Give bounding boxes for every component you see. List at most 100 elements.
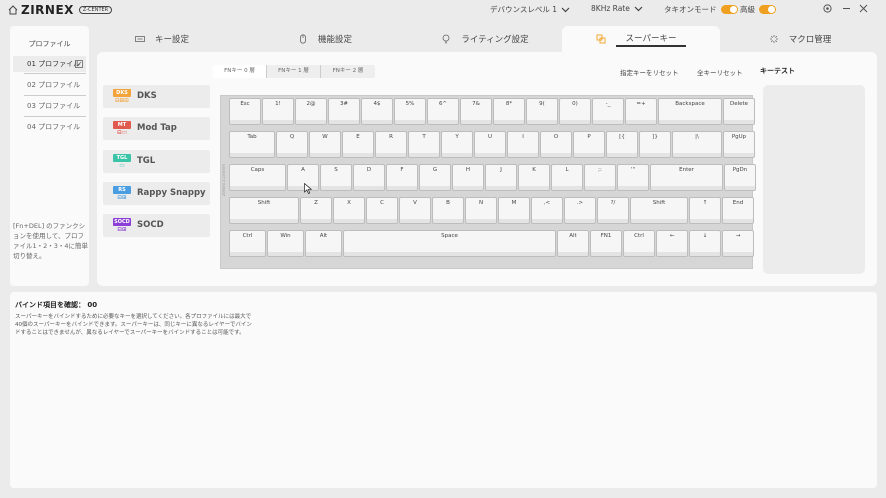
key-1-8[interactable]: I xyxy=(507,131,539,158)
super-key-dks[interactable]: DKS ⊟⊞⊡ DKS xyxy=(103,85,210,108)
key-1-3[interactable]: E xyxy=(342,131,374,158)
key-1-10[interactable]: P xyxy=(573,131,605,158)
key-0-5[interactable]: 5% xyxy=(394,98,426,125)
key-2-0[interactable]: Caps xyxy=(229,164,286,191)
key-4-3[interactable]: Space xyxy=(343,230,556,257)
super-key-tgl[interactable]: TGL ▭ TGL xyxy=(103,150,210,173)
key-1-4[interactable]: R xyxy=(375,131,407,158)
key-label: L xyxy=(565,167,569,173)
tab-function-settings[interactable]: 機能設定 xyxy=(260,26,390,52)
key-1-2[interactable]: W xyxy=(309,131,341,158)
profile-item-03[interactable]: 03 プロファイル xyxy=(13,98,86,114)
key-4-7[interactable]: ← xyxy=(656,230,688,257)
key-2-5[interactable]: G xyxy=(419,164,451,191)
key-2-4[interactable]: F xyxy=(386,164,418,191)
key-0-4[interactable]: 4$ xyxy=(361,98,393,125)
key-2-7[interactable]: J xyxy=(485,164,517,191)
key-0-2[interactable]: 2@ xyxy=(295,98,327,125)
key-3-9[interactable]: .> xyxy=(564,197,596,224)
key-2-8[interactable]: K xyxy=(518,164,550,191)
key-0-8[interactable]: 8* xyxy=(493,98,525,125)
key-0-7[interactable]: 7& xyxy=(460,98,492,125)
key-0-11[interactable]: -_ xyxy=(592,98,624,125)
key-4-5[interactable]: FN1 xyxy=(590,230,622,257)
reset-all-keys-button[interactable]: 全キーリセット xyxy=(697,67,743,77)
super-key-socd[interactable]: SOCD ⊟⊞ SOCD xyxy=(103,214,210,237)
key-3-13[interactable]: End xyxy=(722,197,754,224)
key-4-8[interactable]: ↓ xyxy=(689,230,721,257)
key-2-11[interactable]: '" xyxy=(617,164,649,191)
profile-item-02[interactable]: 02 プロファイル xyxy=(13,77,86,93)
key-4-1[interactable]: Win xyxy=(267,230,304,257)
key-1-13[interactable]: |\ xyxy=(672,131,722,158)
key-2-1[interactable]: A xyxy=(287,164,319,191)
tab-layer-0[interactable]: FNキー 0 層 xyxy=(213,65,267,78)
key-0-13[interactable]: Backspace xyxy=(658,98,722,125)
key-2-2[interactable]: S xyxy=(320,164,352,191)
key-0-1[interactable]: 1! xyxy=(262,98,294,125)
tab-key-settings[interactable]: キー設定 xyxy=(97,26,227,52)
settings-icon[interactable] xyxy=(822,3,833,14)
reset-selected-key-button[interactable]: 指定キーをリセット xyxy=(620,67,679,77)
tab-lighting-settings[interactable]: ライティング設定 xyxy=(420,26,550,52)
key-1-1[interactable]: Q xyxy=(276,131,308,158)
key-1-0[interactable]: Tab xyxy=(229,131,275,158)
key-0-0[interactable]: Esc xyxy=(229,98,261,125)
key-1-7[interactable]: U xyxy=(474,131,506,158)
key-4-2[interactable]: Alt xyxy=(305,230,342,257)
key-2-6[interactable]: H xyxy=(452,164,484,191)
turbo-mode-toggle[interactable] xyxy=(720,5,738,14)
key-2-3[interactable]: D xyxy=(353,164,385,191)
key-3-0[interactable]: Shift xyxy=(229,197,299,224)
profile-item-04[interactable]: 04 プロファイル xyxy=(13,119,86,135)
key-4-0[interactable]: Ctrl xyxy=(229,230,266,257)
polling-rate-dropdown[interactable]: 8KHz Rate xyxy=(591,4,643,13)
tab-super-keys[interactable]: スーパーキー xyxy=(562,26,720,52)
key-0-3[interactable]: 3# xyxy=(328,98,360,125)
key-2-12[interactable]: Enter xyxy=(650,164,723,191)
key-3-8[interactable]: ,< xyxy=(531,197,563,224)
super-key-rappy-snappy[interactable]: RS ⊟⊞ Rappy Snappy xyxy=(103,182,210,205)
key-3-3[interactable]: C xyxy=(366,197,398,224)
close-icon[interactable] xyxy=(858,3,869,14)
mouse-cursor-icon xyxy=(304,183,312,194)
profile-item-01[interactable]: 01 プロファイル xyxy=(13,56,86,72)
key-4-9[interactable]: → xyxy=(722,230,754,257)
key-3-12[interactable]: ↑ xyxy=(689,197,721,224)
minimize-icon[interactable] xyxy=(841,3,852,14)
key-3-1[interactable]: Z xyxy=(300,197,332,224)
tab-macro-management[interactable]: マクロ管理 xyxy=(735,26,865,52)
key-3-6[interactable]: N xyxy=(465,197,497,224)
key-1-9[interactable]: O xyxy=(540,131,572,158)
key-3-7[interactable]: M xyxy=(498,197,530,224)
debounce-dropdown[interactable]: デバウンスレベル 1 xyxy=(490,4,570,15)
key-1-12[interactable]: ]} xyxy=(639,131,671,158)
key-3-4[interactable]: V xyxy=(399,197,431,224)
key-3-11[interactable]: Shift xyxy=(630,197,688,224)
key-0-10[interactable]: 0) xyxy=(559,98,591,125)
key-1-11[interactable]: [{ xyxy=(606,131,638,158)
key-0-12[interactable]: =+ xyxy=(625,98,657,125)
key-1-6[interactable]: Y xyxy=(441,131,473,158)
key-4-6[interactable]: Ctrl xyxy=(623,230,655,257)
key-3-5[interactable]: B xyxy=(432,197,464,224)
key-2-10[interactable]: ;: xyxy=(584,164,616,191)
edit-icon[interactable] xyxy=(75,60,83,68)
key-2-9[interactable]: L xyxy=(551,164,583,191)
key-3-2[interactable]: X xyxy=(333,197,365,224)
key-0-14[interactable]: Delete xyxy=(723,98,755,125)
tab-layer-1[interactable]: FNキー 1 層 xyxy=(267,65,321,78)
tab-layer-2[interactable]: FNキー 2 層 xyxy=(321,65,375,78)
key-0-9[interactable]: 9( xyxy=(526,98,558,125)
advanced-toggle[interactable] xyxy=(759,5,776,14)
home-icon[interactable] xyxy=(8,5,18,15)
super-key-mod-tap[interactable]: MT ⊟▭ Mod Tap xyxy=(103,117,210,140)
key-4-4[interactable]: Alt xyxy=(557,230,589,257)
key-1-5[interactable]: T xyxy=(408,131,440,158)
key-0-6[interactable]: 6^ xyxy=(427,98,459,125)
key-3-10[interactable]: ?/ xyxy=(597,197,629,224)
key-2-13[interactable]: PgDn xyxy=(724,164,756,191)
profile-shortcut-note: [Fn+DEL] のファンクションを使用して、プロファイル1・2・3・4に簡単切… xyxy=(13,222,89,260)
key-test-button[interactable]: キーテスト xyxy=(760,66,795,76)
key-1-14[interactable]: PgUp xyxy=(723,131,755,158)
